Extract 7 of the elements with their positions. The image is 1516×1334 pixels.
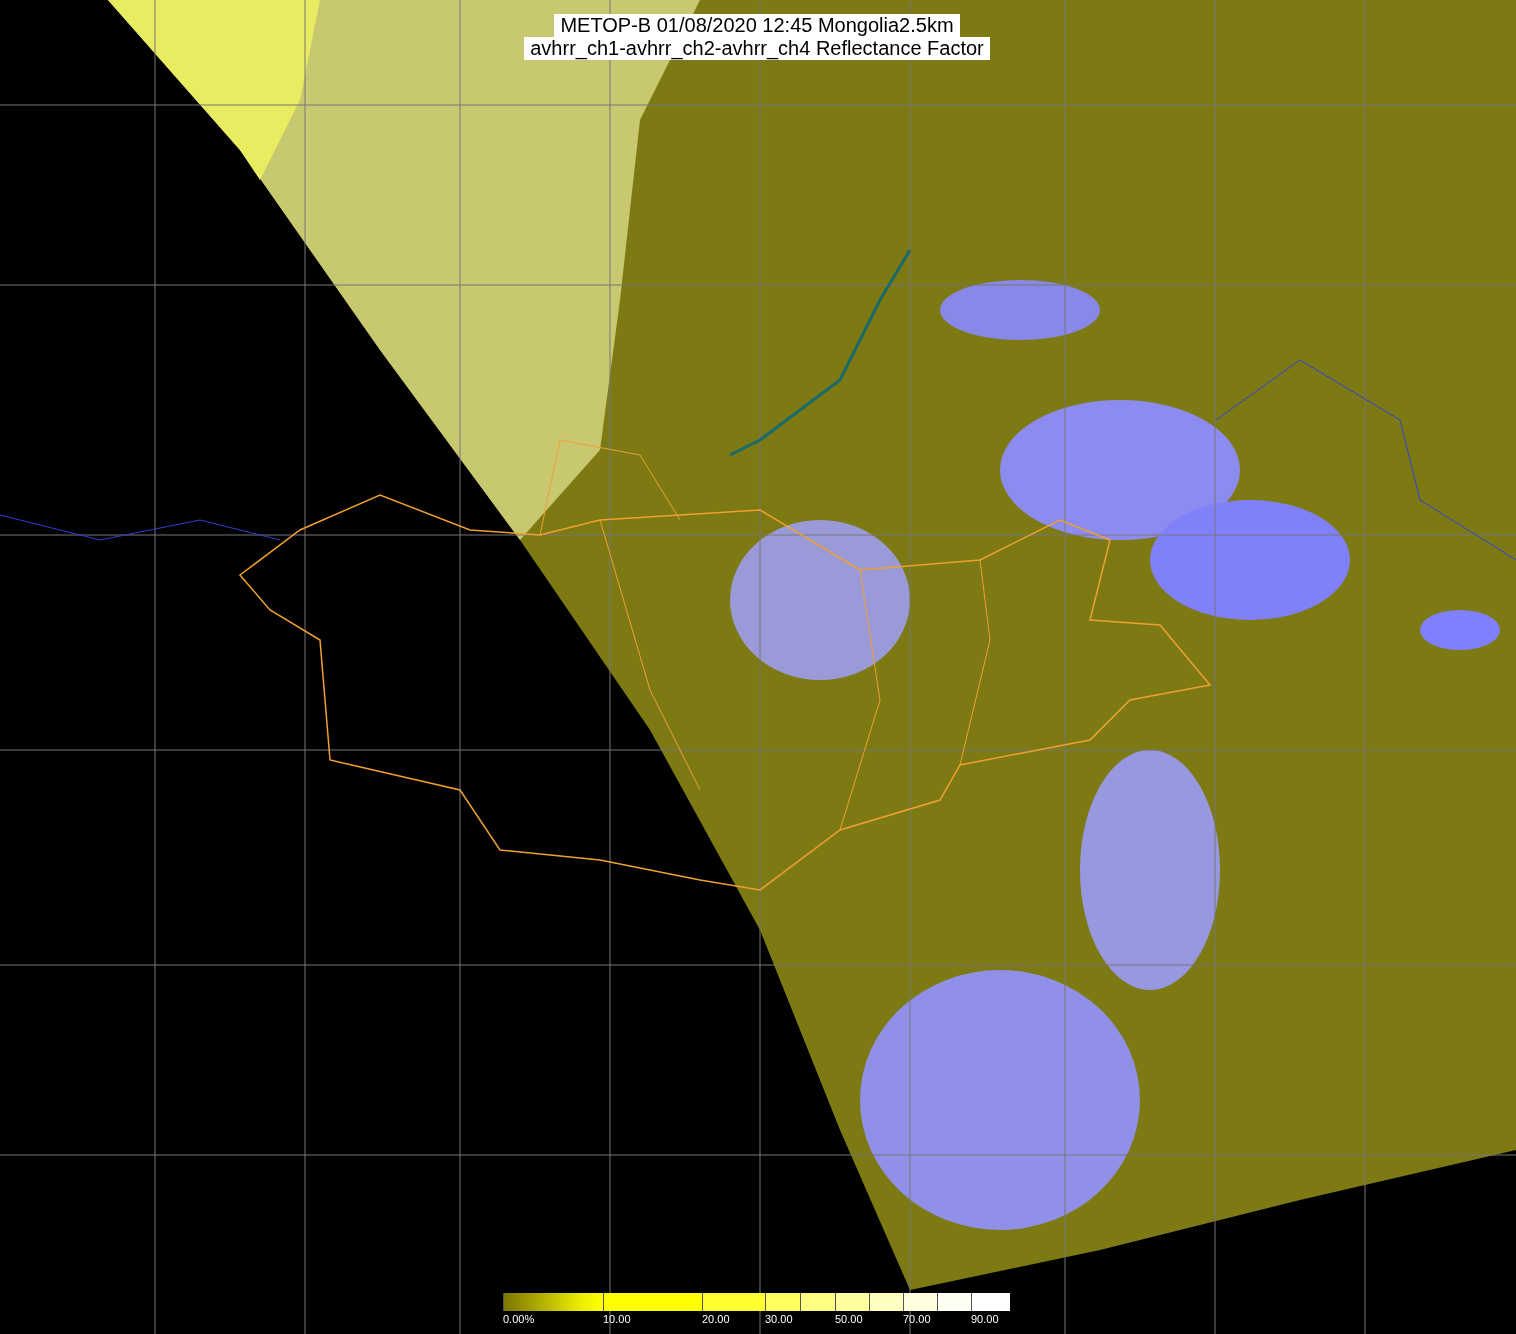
scale-label: 30.00 xyxy=(765,1313,793,1325)
scale-label: 0.00% xyxy=(503,1313,535,1325)
scale-label: 10.00 xyxy=(603,1313,631,1325)
scale-label: 70.00 xyxy=(903,1313,931,1325)
scale-label: 20.00 xyxy=(702,1313,730,1325)
scale-label: 50.00 xyxy=(835,1313,863,1325)
scale-label: 90.00 xyxy=(971,1313,999,1325)
